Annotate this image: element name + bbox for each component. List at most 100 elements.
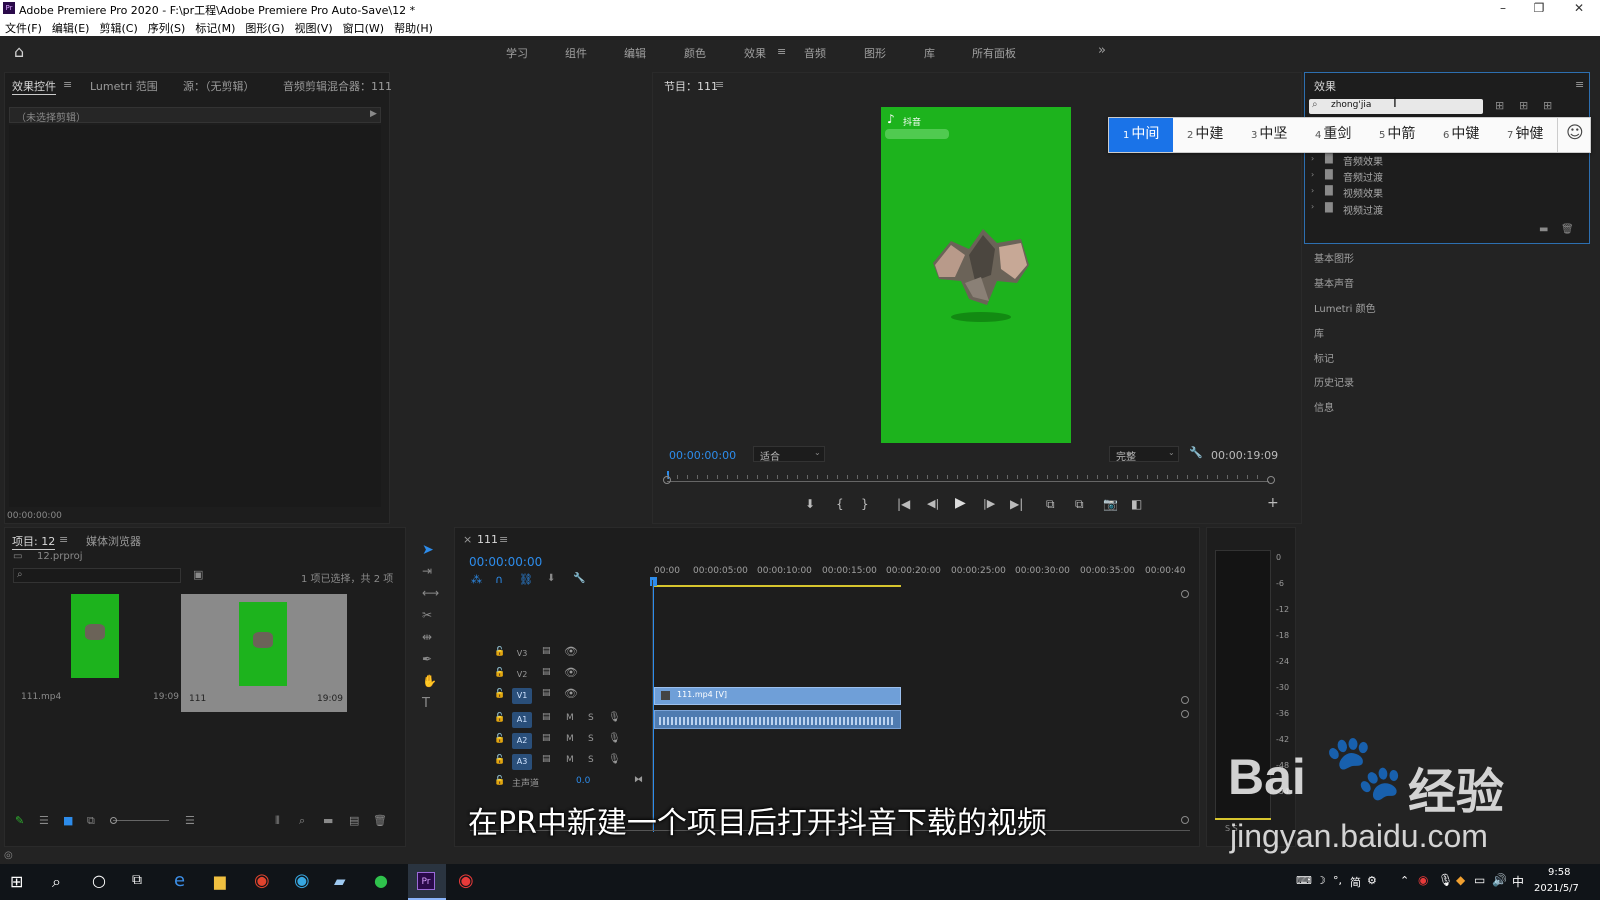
track-label[interactable]: V1 (512, 688, 532, 704)
work-area-bar[interactable] (654, 585, 901, 587)
tray-volume-icon[interactable]: 🔊 (1492, 873, 1507, 887)
solo-button[interactable]: S (588, 755, 594, 765)
workspace-menu-icon[interactable]: ≡ (777, 45, 786, 58)
project-item-sequence[interactable]: 111 19:09 (181, 594, 347, 712)
quality-dropdown[interactable]: 完整 ⌄ (1109, 446, 1179, 463)
yuv-effects-icon[interactable]: ⊞ (1543, 99, 1552, 112)
mute-button[interactable]: M (566, 734, 574, 744)
program-timecode[interactable]: 00:00:00:00 (669, 449, 736, 462)
track-label[interactable]: A2 (512, 733, 532, 749)
close-tab-icon[interactable]: × (463, 533, 472, 546)
project-item-clip[interactable]: 111.mp4 19:09 (13, 594, 179, 708)
type-tool-icon[interactable]: T (422, 696, 430, 711)
ime-candidate-6[interactable]: 6 中键 (1443, 118, 1479, 150)
mute-button[interactable]: M (566, 713, 574, 723)
panel-essential-sound[interactable]: 基本声音 (1314, 275, 1354, 290)
hand-tool-icon[interactable]: ✋ (422, 674, 437, 688)
track-label[interactable]: V3 (512, 646, 532, 662)
new-bin-icon[interactable]: ▬ (323, 814, 333, 827)
microphone-icon[interactable]: 🎙 (608, 733, 621, 744)
go-to-end-icon[interactable]: ⧓ (634, 775, 643, 785)
panel-history[interactable]: 历史记录 (1314, 374, 1354, 389)
workspace-graphics[interactable]: 图形 (864, 45, 886, 61)
zoom-handle-right[interactable] (1267, 476, 1275, 484)
linked-selection-icon[interactable]: ⛓ (519, 573, 533, 586)
folder-video-transitions[interactable]: 视频过渡 (1343, 202, 1383, 217)
folder-audio-effects[interactable]: 音频效果 (1343, 153, 1383, 168)
add-button-icon[interactable]: + (1267, 495, 1279, 511)
eye-icon[interactable]: 👁 (564, 666, 578, 679)
ime-candidate-1[interactable]: 1 中间 (1123, 118, 1159, 150)
extract-icon[interactable]: ⧉ (1075, 497, 1084, 512)
go-to-in-icon[interactable]: |◀ (897, 497, 910, 511)
wechat-icon[interactable]: ● (374, 871, 388, 890)
menu-sequence[interactable]: 序列(S) (143, 18, 191, 36)
panel-essential-graphics[interactable]: 基本图形 (1314, 250, 1354, 265)
panel-libraries[interactable]: 库 (1314, 325, 1324, 340)
windows-start-icon[interactable]: ⊞ (10, 872, 23, 891)
solo-button[interactable]: S (588, 713, 594, 723)
vertical-zoom-handle[interactable] (1181, 696, 1189, 704)
edge-icon[interactable]: e (174, 870, 185, 891)
lock-icon[interactable]: 🔓 (494, 668, 505, 678)
selection-tool-icon[interactable]: ➤ (422, 542, 434, 558)
tray-simplified[interactable]: 简 (1350, 874, 1361, 890)
lift-icon[interactable]: ⧉ (1046, 497, 1055, 512)
microphone-icon[interactable]: 🎙 (608, 712, 621, 723)
eye-icon[interactable]: 👁 (564, 645, 578, 658)
icon-view-icon[interactable]: ■ (63, 814, 73, 827)
step-forward-icon[interactable]: |▶ (983, 497, 995, 510)
expand-icon[interactable]: › (1311, 154, 1314, 163)
tray-moon-icon[interactable]: ☽ (1316, 874, 1326, 887)
trash-icon[interactable]: 🗑 (373, 814, 387, 827)
workspace-libraries[interactable]: 库 (924, 45, 935, 61)
program-menu-icon[interactable]: ≡ (715, 78, 724, 91)
sync-lock-icon[interactable]: ▤ (542, 754, 551, 764)
tab-project[interactable]: 项目: 12 (12, 533, 56, 550)
tray-network-icon[interactable]: ▭ (1474, 873, 1485, 887)
tab-lumetri-scopes[interactable]: Lumetri 范围 (90, 78, 158, 94)
sync-lock-icon[interactable]: ▤ (542, 667, 551, 677)
ime-candidate-7[interactable]: 7 钟健 (1507, 118, 1543, 150)
clock-date[interactable]: 2021/5/7 (1534, 883, 1579, 894)
search-icon[interactable]: ⌕ (52, 872, 61, 892)
wrench-icon[interactable]: 🔧 (1189, 446, 1203, 459)
go-to-out-icon[interactable]: ▶| (1010, 497, 1023, 511)
timeline-menu-icon[interactable]: ≡ (499, 533, 508, 546)
automate-icon[interactable]: ⦀ (275, 814, 280, 828)
find-icon[interactable]: ⌕ (299, 814, 305, 828)
delete-icon[interactable]: 🗑 (1561, 224, 1574, 235)
tray-app-icon[interactable]: ◆ (1456, 873, 1465, 887)
tab-media-browser[interactable]: 媒体浏览器 (86, 533, 141, 549)
project-search-input[interactable]: ⌕ (13, 568, 181, 583)
ime-candidate-4[interactable]: 4 重剑 (1315, 118, 1351, 150)
step-back-icon[interactable]: ◀| (927, 497, 939, 510)
task-view-icon[interactable]: ⧉ (132, 872, 142, 888)
workspace-learning[interactable]: 学习 (506, 45, 528, 61)
ime-candidate-3[interactable]: 3 中坚 (1251, 118, 1287, 150)
mute-button[interactable]: M (566, 755, 574, 765)
razor-tool-icon[interactable]: ✂ (422, 608, 432, 622)
file-explorer-icon[interactable]: ▆ (214, 872, 226, 890)
settings-wrench-icon[interactable]: 🔧 (573, 573, 585, 584)
track-label[interactable]: A3 (512, 754, 532, 770)
browser-icon[interactable]: ◉ (294, 870, 310, 891)
lock-icon[interactable]: 🔓 (494, 713, 505, 723)
ime-candidate-5[interactable]: 5 中箭 (1379, 118, 1415, 150)
panel-menu-icon[interactable]: ≡ (63, 78, 72, 91)
workspace-editing[interactable]: 编辑 (624, 45, 646, 61)
tray-up-arrow-icon[interactable]: ⌃ (1400, 874, 1409, 887)
vertical-zoom-handle[interactable] (1181, 816, 1189, 824)
list-view-icon[interactable]: ☰ (39, 814, 49, 827)
snap-icon[interactable]: ∩ (495, 573, 503, 586)
cortana-icon[interactable]: ○ (92, 871, 106, 890)
vertical-zoom-handle[interactable] (1181, 710, 1189, 718)
lock-icon[interactable]: 🔓 (494, 734, 505, 744)
lock-icon[interactable]: 🔓 (494, 776, 505, 786)
tray-punctuation-icon[interactable]: °, (1333, 874, 1342, 887)
tray-keyboard-icon[interactable]: ⌨ (1296, 874, 1312, 887)
timeline-tab[interactable]: 111 (477, 533, 498, 546)
zoom-slider[interactable] (110, 817, 169, 824)
slip-tool-icon[interactable]: ⇹ (422, 630, 432, 644)
track-label[interactable]: V2 (512, 667, 532, 683)
